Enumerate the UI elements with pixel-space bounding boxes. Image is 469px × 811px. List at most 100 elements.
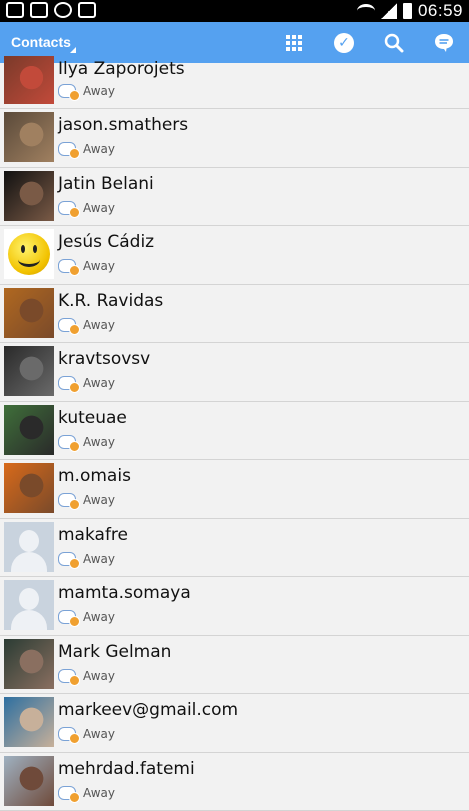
status-text: Away	[83, 669, 115, 683]
avatar[interactable]	[4, 697, 54, 747]
avatar-photo	[4, 639, 54, 689]
away-status-icon	[69, 792, 80, 803]
contact-list[interactable]: Ilya ZaporojetsAwayjason.smathersAwayJat…	[0, 63, 469, 811]
dropdown-indicator-icon	[70, 47, 76, 53]
contact-name: markeev@gmail.com	[58, 700, 238, 720]
contact-row[interactable]: Jatin Belani Away	[0, 168, 469, 227]
away-status-icon	[69, 733, 80, 744]
talk-icon	[58, 435, 76, 449]
dialpad-button[interactable]	[279, 28, 309, 58]
talk-icon	[58, 786, 76, 800]
avatar-photo	[4, 697, 54, 747]
away-status-icon	[69, 324, 80, 335]
contact-row[interactable]: jason.smathersAway	[0, 109, 469, 168]
status-text: Away	[83, 142, 115, 156]
contact-row[interactable]: Jesús Cádiz Away	[0, 226, 469, 285]
presence-status: Away	[58, 84, 115, 98]
notification-icon	[6, 2, 24, 18]
away-status-icon	[69, 90, 80, 101]
avatar-photo	[4, 171, 54, 221]
avatar[interactable]	[4, 756, 54, 806]
contacts-dropdown[interactable]: Contacts	[11, 34, 71, 50]
avatar-photo	[4, 756, 54, 806]
avatar-photo	[4, 463, 54, 513]
contact-name: kuteuae	[58, 408, 127, 428]
avatar[interactable]	[4, 346, 54, 396]
contact-name: Jatin Belani	[58, 174, 154, 194]
contact-row[interactable]: m.omais Away	[0, 460, 469, 519]
select-button[interactable]: ✓	[329, 28, 359, 58]
talk-icon	[58, 552, 76, 566]
avatar[interactable]	[4, 56, 54, 104]
default-avatar-icon[interactable]	[4, 580, 54, 630]
talk-icon	[58, 84, 76, 98]
presence-status: Away	[58, 669, 115, 683]
status-text: Away	[83, 84, 115, 98]
status-text: Away	[83, 786, 115, 800]
talk-icon	[58, 610, 76, 624]
smiley-avatar-icon	[8, 233, 50, 275]
presence-status: Away	[58, 727, 115, 741]
status-text: Away	[83, 610, 115, 624]
avatar[interactable]	[4, 288, 54, 338]
contact-name: Jesús Cádiz	[58, 232, 154, 252]
contact-name: Ilya Zaporojets	[58, 59, 185, 79]
presence-status: Away	[58, 142, 115, 156]
talk-icon	[58, 376, 76, 390]
contact-row[interactable]: kravtsovsv Away	[0, 343, 469, 402]
status-text: Away	[83, 435, 115, 449]
search-button[interactable]	[379, 28, 409, 58]
contact-row[interactable]: mamta.somaya Away	[0, 577, 469, 636]
away-status-icon	[69, 148, 80, 159]
dialpad-icon	[286, 35, 302, 51]
wifi-icon	[357, 4, 375, 18]
check-notification-icon	[30, 2, 48, 18]
contact-row[interactable]: Mark GelmanAway	[0, 636, 469, 695]
away-status-icon	[69, 558, 80, 569]
talk-icon	[58, 318, 76, 332]
contact-row[interactable]: Ilya ZaporojetsAway	[0, 63, 469, 109]
default-avatar-icon[interactable]	[4, 522, 54, 572]
contact-name: mamta.somaya	[58, 583, 191, 603]
chat-button[interactable]	[429, 28, 459, 58]
contact-row[interactable]: kuteuae Away	[0, 402, 469, 461]
presence-status: Away	[58, 610, 115, 624]
status-text: Away	[83, 493, 115, 507]
avatar[interactable]	[4, 112, 54, 162]
avatar[interactable]	[4, 171, 54, 221]
checkmark-icon: ✓	[334, 33, 354, 53]
app-notification-icon	[78, 2, 96, 18]
avatar[interactable]	[4, 405, 54, 455]
avatar-photo	[4, 405, 54, 455]
away-status-icon	[69, 382, 80, 393]
avatar[interactable]	[4, 229, 54, 279]
avatar-photo	[4, 112, 54, 162]
talk-icon	[58, 201, 76, 215]
contact-row[interactable]: mehrdad.fatemi Away	[0, 753, 469, 811]
presence-status: Away	[58, 376, 115, 390]
contact-row[interactable]: K.R. RavidasAway	[0, 285, 469, 344]
avatar[interactable]	[4, 639, 54, 689]
status-text: Away	[83, 201, 115, 215]
contact-name: makafre	[58, 525, 128, 545]
avatar-photo	[4, 346, 54, 396]
contact-name: K.R. Ravidas	[58, 291, 163, 311]
clock: 06:59	[418, 1, 463, 21]
contact-name: kravtsovsv	[58, 349, 150, 369]
status-text: Away	[83, 259, 115, 273]
chat-icon	[433, 32, 455, 54]
presence-status: Away	[58, 786, 115, 800]
contact-row[interactable]: makafre Away	[0, 519, 469, 578]
away-status-icon	[69, 207, 80, 218]
avatar[interactable]	[4, 463, 54, 513]
presence-status: Away	[58, 552, 115, 566]
talk-icon	[58, 493, 76, 507]
status-text: Away	[83, 376, 115, 390]
talk-icon	[58, 142, 76, 156]
contact-name: m.omais	[58, 466, 131, 486]
contact-name: mehrdad.fatemi	[58, 759, 195, 779]
signal-icon	[381, 3, 397, 19]
contact-row[interactable]: markeev@gmail.com Away	[0, 694, 469, 753]
away-status-icon	[69, 616, 80, 627]
presence-status: Away	[58, 259, 115, 273]
